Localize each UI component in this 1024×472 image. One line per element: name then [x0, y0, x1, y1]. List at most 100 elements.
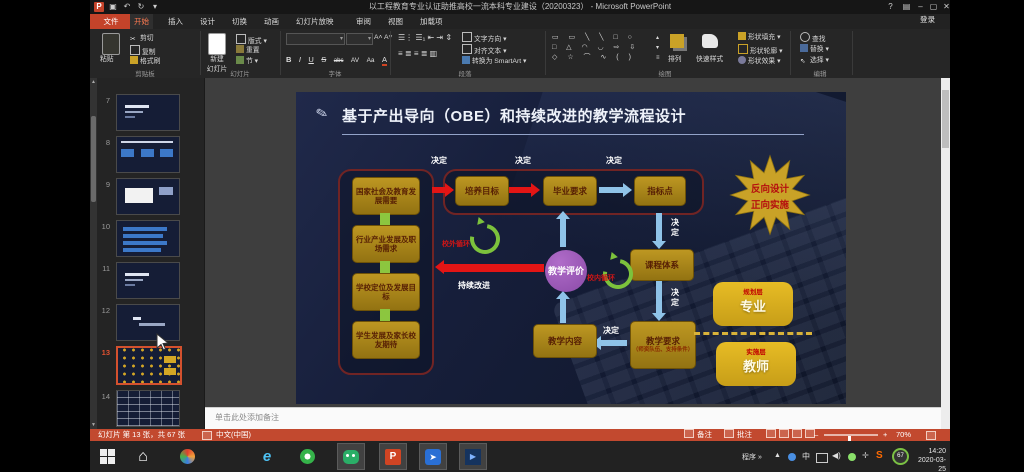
paste-label[interactable]: 粘贴: [100, 55, 114, 65]
start-button[interactable]: [94, 444, 120, 469]
notes-placeholder[interactable]: 单击此处添加备注: [215, 412, 279, 423]
blue-arrow[interactable]: [560, 299, 566, 323]
arrange-label[interactable]: 排列: [668, 55, 682, 65]
red-arrow[interactable]: [509, 187, 531, 193]
internet-explorer-icon[interactable]: e: [254, 444, 280, 469]
scrollbar-thumb[interactable]: [91, 116, 96, 202]
vertical-scrollbar[interactable]: [941, 78, 950, 429]
underline-button[interactable]: U: [308, 55, 313, 64]
tray-expand-icon[interactable]: ▲: [774, 452, 781, 459]
normal-view-icon[interactable]: [766, 429, 776, 438]
circle-teaching-evaluation[interactable]: 教学评价: [545, 250, 587, 292]
clear-format-button[interactable]: abc: [334, 58, 344, 64]
slide-counter[interactable]: 幻灯片 第 13 张，共 67 张: [98, 429, 185, 441]
pointer-app-icon[interactable]: ➤: [420, 444, 446, 469]
slide-title[interactable]: 基于产出导向（OBE）和持续改进的教学流程设计: [342, 105, 686, 126]
volume-icon[interactable]: ◀): [832, 451, 841, 460]
font-toggle-buttons[interactable]: B I U S abc AV Aa A: [286, 49, 390, 67]
box-industry-needs[interactable]: 行业产业发展及职场需求: [352, 225, 420, 263]
reset-button[interactable]: 重置: [236, 45, 260, 56]
ribbon-options-button[interactable]: ▤: [900, 1, 913, 13]
tab-view[interactable]: 视图: [384, 14, 407, 29]
qat-dropdown-icon[interactable]: ▾: [150, 2, 160, 12]
scrollbar-thumb[interactable]: [942, 90, 949, 148]
box-nation-needs[interactable]: 国家社会及教育发展需要: [352, 177, 420, 215]
spellcheck-icon[interactable]: [202, 431, 212, 440]
language-indicator[interactable]: 中文(中国): [216, 429, 251, 441]
tab-slideshow[interactable]: 幻灯片放映: [292, 14, 338, 29]
tab-file[interactable]: 文件: [90, 14, 132, 29]
slide-thumbnail-12[interactable]: 12: [96, 304, 196, 343]
thumbnail-image[interactable]: [116, 94, 180, 131]
tray-app-icon[interactable]: [788, 453, 796, 461]
tab-addins[interactable]: 加载项: [416, 14, 447, 29]
reading-view-icon[interactable]: [792, 429, 802, 438]
blue-arrow[interactable]: [560, 219, 566, 247]
quick-styles-icon[interactable]: [702, 34, 718, 48]
section-button[interactable]: 节 ▾: [236, 56, 258, 67]
video-app-icon[interactable]: ▶: [460, 444, 486, 469]
fit-to-window-icon[interactable]: [926, 431, 936, 440]
box-school-goals[interactable]: 学校定位及发展目标: [352, 273, 420, 311]
ime-language-icon[interactable]: 中: [802, 451, 810, 462]
shape-effects-button[interactable]: 形状效果 ▾: [738, 56, 781, 67]
thumbnail-image[interactable]: [116, 220, 180, 257]
scroll-up-icon[interactable]: ▲: [90, 79, 97, 85]
tab-transitions[interactable]: 切换: [228, 14, 251, 29]
view-buttons[interactable]: [766, 429, 818, 441]
notes-toggle-button[interactable]: 备注: [684, 429, 712, 441]
box-indicator-points[interactable]: 指标点: [634, 176, 686, 206]
powerpoint-taskbar-icon[interactable]: P: [380, 444, 406, 469]
shape-fill-button[interactable]: 形状填充 ▾: [738, 32, 781, 43]
zoom-slider[interactable]: [824, 434, 878, 436]
notes-pane[interactable]: 单击此处添加备注: [205, 407, 941, 430]
battery-indicator[interactable]: 67: [892, 448, 909, 465]
paste-icon[interactable]: [102, 33, 120, 55]
comments-toggle-button[interactable]: 批注: [724, 429, 752, 441]
close-button[interactable]: ✕: [940, 1, 953, 13]
bold-button[interactable]: B: [286, 55, 291, 64]
italic-button[interactable]: I: [299, 55, 301, 64]
blue-arrow[interactable]: [656, 281, 662, 313]
sign-in-link[interactable]: 登录: [920, 14, 935, 25]
shapes-gallery-row[interactable]: □ △ ◠ ◡ ⇨ ⇩: [552, 43, 639, 53]
blue-arrow[interactable]: [656, 213, 662, 241]
redo-icon[interactable]: ↻: [136, 2, 146, 12]
sync-icon[interactable]: ✛: [862, 451, 869, 460]
maximize-button[interactable]: ▢: [927, 1, 940, 13]
slide-thumbnail-13-selected[interactable]: 13: [96, 346, 196, 385]
box-teaching-content[interactable]: 教学内容: [533, 324, 597, 358]
slide-thumbnail-14[interactable]: 14: [96, 390, 196, 429]
hub-app-icon[interactable]: [174, 444, 200, 469]
select-button[interactable]: ⇖选择 ▾: [800, 56, 829, 66]
home-app-icon[interactable]: ⌂: [130, 444, 156, 469]
font-color-button[interactable]: A: [382, 55, 387, 66]
scroll-down-icon[interactable]: ▼: [90, 422, 97, 428]
wechat-icon[interactable]: [338, 444, 364, 469]
alignment-buttons[interactable]: ≡ ≣ ≡ ≣ ▥: [398, 49, 437, 59]
slide-sorter-icon[interactable]: [779, 429, 789, 438]
arrange-icon[interactable]: [670, 34, 684, 48]
zoom-percentage[interactable]: 70%: [896, 429, 911, 441]
slide-thumbnail-9[interactable]: 9: [96, 178, 196, 217]
font-size-combobox[interactable]: ▾: [346, 33, 373, 45]
box-curriculum-system[interactable]: 课程体系: [630, 249, 694, 281]
slide-thumbnail-8[interactable]: 8: [96, 136, 196, 175]
quick-styles-label[interactable]: 快速样式: [696, 55, 723, 65]
chrome-icon[interactable]: [214, 444, 240, 469]
shapes-gallery-row[interactable]: ▭ ▭ ╲ ╲ □ ○: [552, 33, 636, 43]
slide-thumbnail-10[interactable]: 10: [96, 220, 196, 259]
box-student-expectations[interactable]: 学生发展及家长校友期待: [352, 321, 420, 359]
thumbnail-image[interactable]: [116, 262, 180, 299]
thumbnail-image[interactable]: [116, 178, 180, 215]
shapes-gallery-scroll[interactable]: ▴▾≡: [656, 33, 660, 63]
strikethrough-button[interactable]: S: [321, 55, 326, 64]
tab-review[interactable]: 审阅: [352, 14, 375, 29]
help-button[interactable]: ?: [884, 1, 897, 13]
smartart-button[interactable]: 转换为 SmartArt ▾: [462, 56, 526, 67]
tray-status-icon[interactable]: [848, 453, 856, 461]
keyboard-icon[interactable]: [816, 453, 828, 463]
sogou-ime-icon[interactable]: S: [876, 450, 883, 461]
save-icon[interactable]: ▣: [108, 2, 118, 12]
slide[interactable]: ✎ 基于产出导向（OBE）和持续改进的教学流程设计 国家社会及教育发展需要 行业…: [296, 92, 846, 404]
